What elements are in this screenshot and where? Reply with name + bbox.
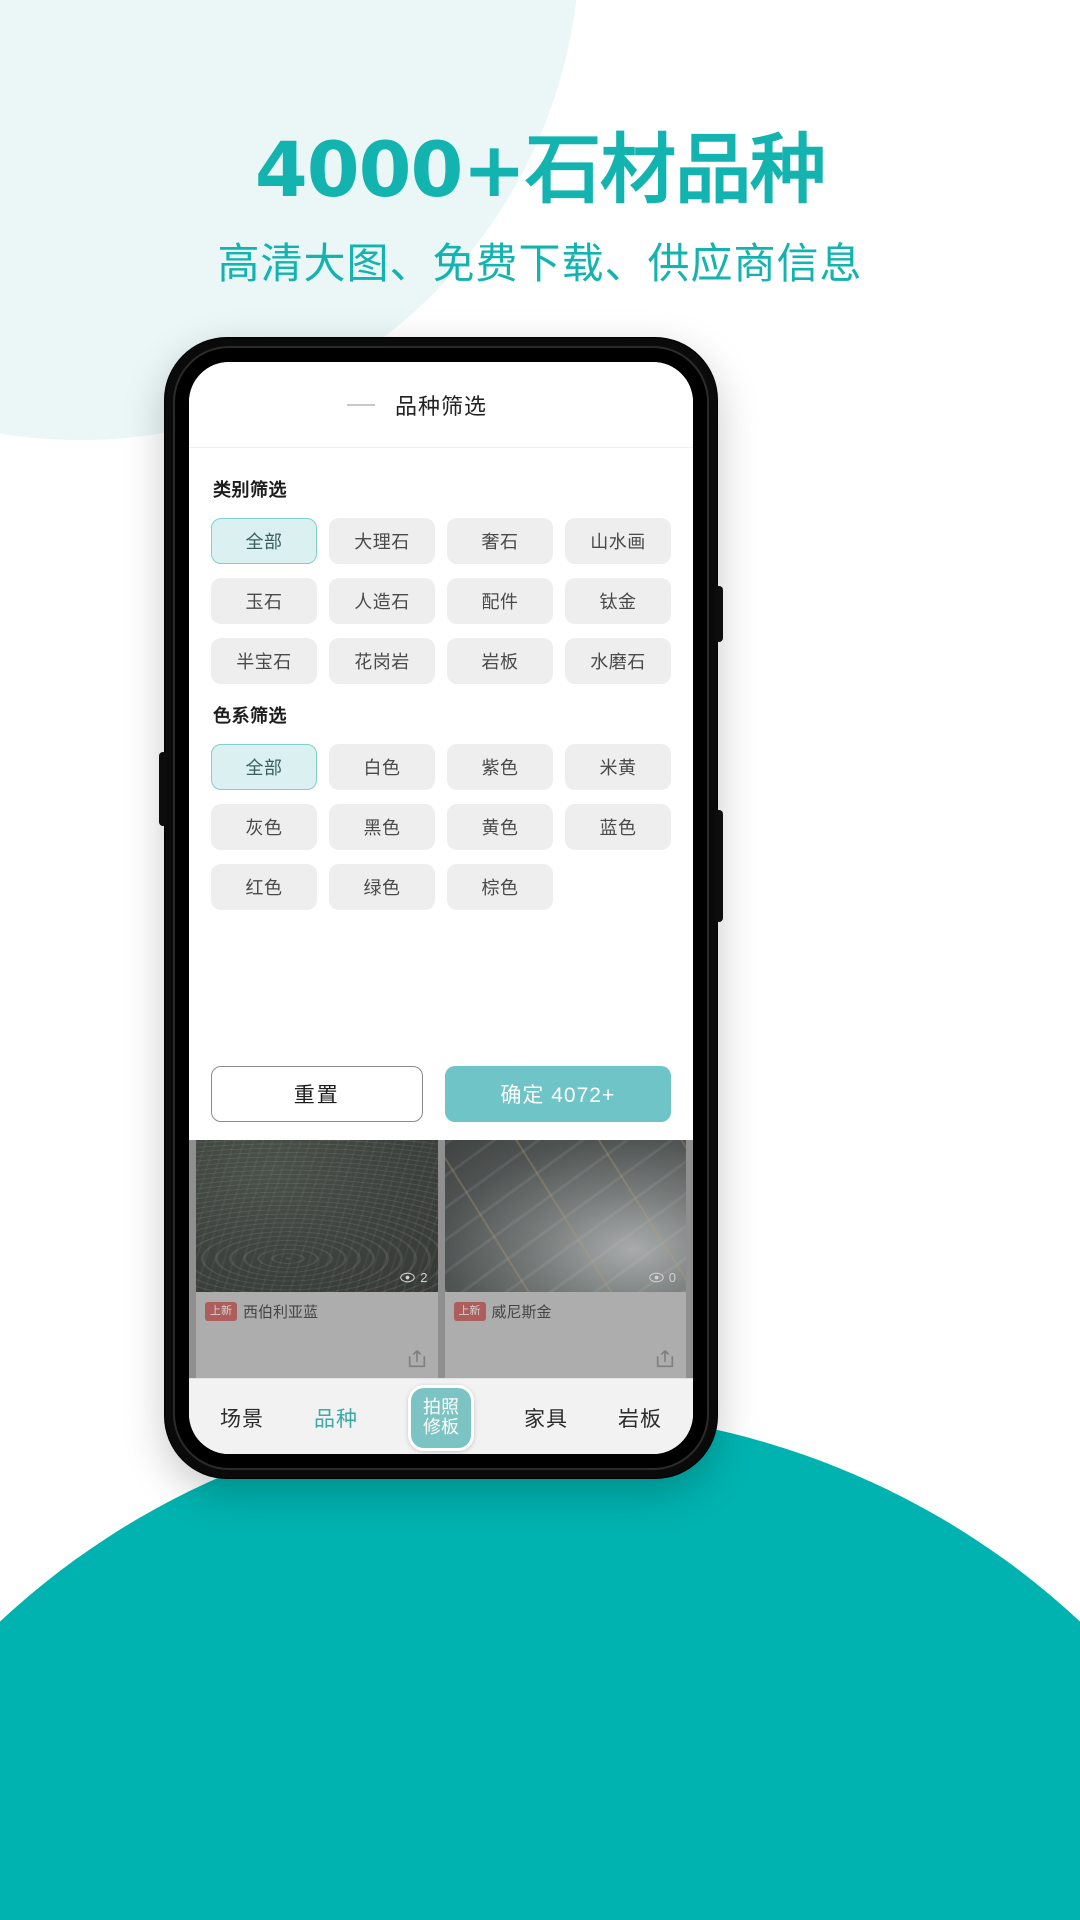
eye-icon xyxy=(649,1272,664,1283)
decorative-teal-band xyxy=(0,1410,1080,1920)
phone-screen: 品种筛选 类别筛选 全部 大理石 奢石 山水画 玉石 人造石 配件 钛金 半宝石… xyxy=(189,362,693,1454)
chip-category-7[interactable]: 钛金 xyxy=(565,578,671,624)
page-title: 品种筛选 xyxy=(394,393,487,419)
chip-color-6[interactable]: 黄色 xyxy=(447,804,553,850)
chip-color-4[interactable]: 灰色 xyxy=(211,804,317,850)
chip-category-11[interactable]: 水磨石 xyxy=(565,638,671,684)
result-card[interactable]: 2 上新 西伯利亚蓝 xyxy=(196,1140,438,1378)
chip-color-10[interactable]: 棕色 xyxy=(447,864,553,910)
chip-color-8[interactable]: 红色 xyxy=(211,864,317,910)
phone-button-left[interactable] xyxy=(159,752,167,826)
category-section-title: 类别筛选 xyxy=(213,480,287,500)
chip-category-2[interactable]: 奢石 xyxy=(447,518,553,564)
chip-color-5[interactable]: 黑色 xyxy=(329,804,435,850)
tab-scene[interactable]: 场景 xyxy=(220,1403,264,1433)
promo-headline: 4000+石材品种 xyxy=(254,125,826,214)
chip-category-10[interactable]: 岩板 xyxy=(447,638,553,684)
result-name: 西伯利亚蓝 xyxy=(243,1304,319,1321)
chip-category-1[interactable]: 大理石 xyxy=(329,518,435,564)
filter-actions: 重置 确定 4072+ xyxy=(189,1048,693,1140)
filter-panel: 类别筛选 全部 大理石 奢石 山水画 玉石 人造石 配件 钛金 半宝石 花岗岩 … xyxy=(189,448,693,1048)
results-grid: 2 上新 西伯利亚蓝 0 上新 威尼斯金 xyxy=(189,1140,693,1378)
chip-category-6[interactable]: 配件 xyxy=(447,578,553,624)
chip-category-8[interactable]: 半宝石 xyxy=(211,638,317,684)
reset-button[interactable]: 重置 xyxy=(211,1066,423,1122)
tab-slab[interactable]: 岩板 xyxy=(618,1403,662,1433)
result-meta: 上新 威尼斯金 xyxy=(445,1292,687,1322)
share-icon[interactable] xyxy=(654,1348,676,1370)
chip-category-5[interactable]: 人造石 xyxy=(329,578,435,624)
back-dash-icon[interactable] xyxy=(347,403,375,406)
phone-mockup: 品种筛选 类别筛选 全部 大理石 奢石 山水画 玉石 人造石 配件 钛金 半宝石… xyxy=(159,338,723,1478)
result-card[interactable]: 0 上新 威尼斯金 xyxy=(444,1140,687,1378)
share-icon[interactable] xyxy=(406,1348,428,1370)
color-chip-grid: 全部 白色 紫色 米黄 灰色 黑色 黄色 蓝色 红色 绿色 棕色 xyxy=(211,744,671,910)
promo-text-block: 4000+石材品种 高清大图、免费下载、供应商信息 xyxy=(0,128,1080,291)
result-name: 威尼斯金 xyxy=(491,1304,552,1321)
chip-category-9[interactable]: 花岗岩 xyxy=(329,638,435,684)
view-count-value: 0 xyxy=(668,1270,676,1285)
tab-camera-line2: 修板 xyxy=(423,1416,459,1437)
view-count-badge: 2 xyxy=(400,1270,428,1285)
chip-category-0[interactable]: 全部 xyxy=(211,518,317,564)
promo-subheadline: 高清大图、免费下载、供应商信息 xyxy=(217,238,863,288)
chip-color-0[interactable]: 全部 xyxy=(211,744,317,790)
tab-camera-button[interactable]: 拍照 修板 xyxy=(408,1384,474,1451)
chip-color-3[interactable]: 米黄 xyxy=(565,744,671,790)
tab-camera-line1: 拍照 xyxy=(423,1397,459,1418)
color-section-title: 色系筛选 xyxy=(213,706,287,726)
chip-category-3[interactable]: 山水画 xyxy=(565,518,671,564)
eye-icon xyxy=(400,1272,416,1283)
confirm-button[interactable]: 确定 4072+ xyxy=(444,1066,671,1122)
phone-button-volume[interactable] xyxy=(715,810,723,922)
chip-color-7[interactable]: 蓝色 xyxy=(565,804,671,850)
tab-variety[interactable]: 品种 xyxy=(314,1403,358,1433)
chip-category-4[interactable]: 玉石 xyxy=(211,578,317,624)
tab-furniture[interactable]: 家具 xyxy=(524,1403,568,1433)
new-badge: 上新 xyxy=(205,1302,237,1321)
result-thumbnail[interactable]: 0 xyxy=(444,1140,686,1292)
chip-color-1[interactable]: 白色 xyxy=(329,744,435,790)
view-count-value: 2 xyxy=(420,1270,428,1285)
result-thumbnail[interactable]: 2 xyxy=(196,1140,438,1292)
category-chip-grid: 全部 大理石 奢石 山水画 玉石 人造石 配件 钛金 半宝石 花岗岩 岩板 水磨… xyxy=(211,518,671,684)
promo-page: 4000+石材品种 高清大图、免费下载、供应商信息 品种筛选 类别筛选 全部 大… xyxy=(0,0,1080,1920)
bottom-tabbar: 场景 品种 拍照 修板 家具 岩板 xyxy=(189,1378,693,1454)
result-meta: 上新 西伯利亚蓝 xyxy=(196,1292,438,1322)
chip-color-9[interactable]: 绿色 xyxy=(329,864,435,910)
chip-color-2[interactable]: 紫色 xyxy=(447,744,553,790)
new-badge: 上新 xyxy=(453,1302,486,1321)
app-header: 品种筛选 xyxy=(189,362,693,448)
view-count-badge: 0 xyxy=(649,1270,676,1285)
phone-button-power[interactable] xyxy=(715,586,723,642)
